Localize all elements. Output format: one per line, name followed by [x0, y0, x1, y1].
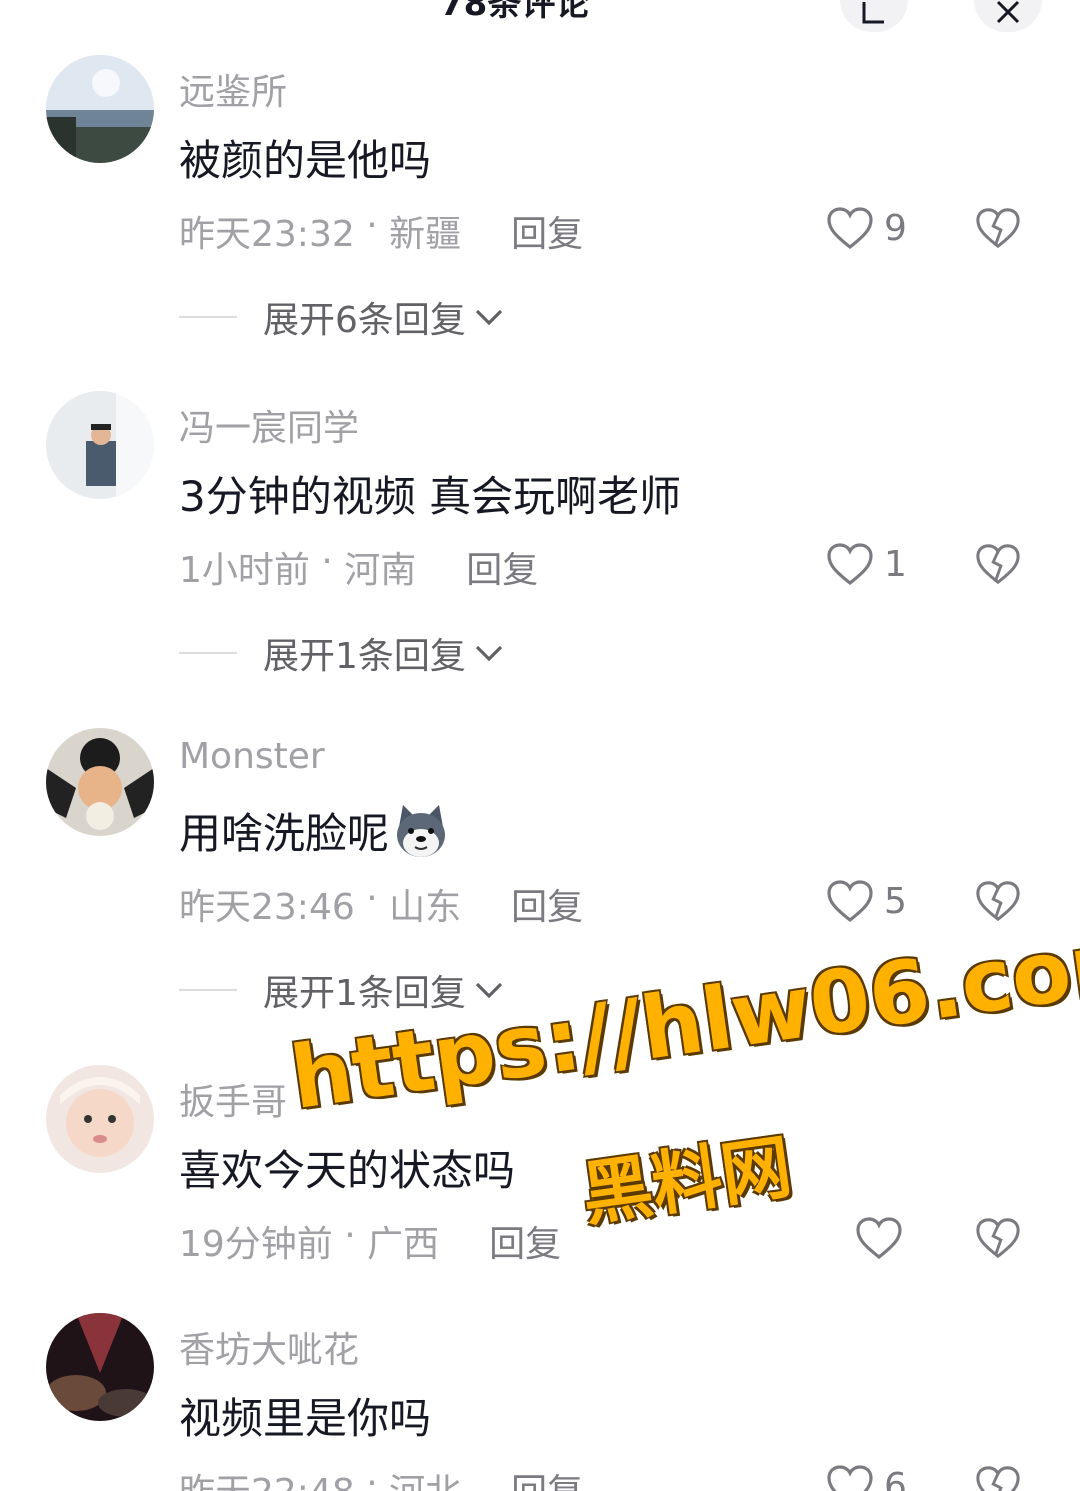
broken-heart-icon	[976, 544, 1020, 585]
comment-time: 1小时前	[179, 550, 310, 591]
dislike-button[interactable]	[975, 878, 1021, 924]
comment-time: 昨天23:32	[179, 214, 355, 255]
avatar[interactable]	[46, 728, 154, 836]
comment-count-title: 78条评论	[440, 0, 590, 24]
comment-item: 冯一宸同学 3分钟的视频 真会玩啊老师 1小时前 · 河南 回复 1 展开1条回…	[0, 391, 1080, 727]
comment-location: 山东	[389, 887, 462, 928]
expand-replies-label: 展开1条回复	[263, 636, 466, 677]
comment-item: Monster 用啥洗脸呢 昨天23:46 · 山东 回复 5 展开1条回复	[0, 728, 1080, 1064]
divider-line	[179, 316, 237, 318]
like-button[interactable]: 1	[826, 541, 907, 587]
reply-button[interactable]: 回复	[511, 1463, 583, 1491]
comment-meta: 昨天23:46 · 山东 回复	[179, 878, 583, 930]
avatar[interactable]	[46, 1065, 154, 1173]
expand-replies-button[interactable]: 展开1条回复	[179, 627, 504, 679]
dislike-button[interactable]	[975, 1463, 1021, 1491]
comment-text-content: 喜欢今天的状态吗	[179, 1146, 516, 1195]
expand-replies-label: 展开1条回复	[263, 973, 466, 1014]
like-count: 6	[884, 1465, 907, 1491]
expand-replies-button[interactable]: 展开1条回复	[179, 964, 504, 1016]
avatar[interactable]	[46, 55, 154, 163]
comments-header: 78条评论	[0, 0, 1080, 40]
comment-time: 昨天22:48	[179, 1463, 355, 1491]
username[interactable]: 扳手哥	[179, 1073, 287, 1125]
comment-text: 3分钟的视频 真会玩啊老师	[179, 463, 681, 524]
meta-separator: ·	[309, 541, 345, 582]
comment-text-content: 用啥洗脸呢	[179, 809, 390, 858]
comment-text-content: 被颜的是他吗	[179, 136, 432, 185]
username[interactable]: 香坊大呲花	[179, 1321, 359, 1373]
comment-text-content: 3分钟的视频 真会玩啊老师	[179, 472, 682, 521]
expand-button[interactable]	[840, 0, 908, 32]
comment-meta: 昨天23:32 · 新疆 回复	[179, 205, 583, 257]
meta-separator: ·	[354, 1463, 390, 1491]
username[interactable]: Monster	[179, 736, 325, 777]
comment-item: 香坊大呲花 视频里是你吗 昨天22:48 · 河北 回复 6	[0, 1313, 1080, 1491]
comment-location: 河北	[389, 1463, 461, 1491]
reply-button[interactable]: 回复	[511, 878, 583, 930]
heart-icon	[856, 1217, 902, 1260]
comment-time: 19分钟前	[179, 1224, 333, 1265]
heart-icon	[827, 207, 873, 250]
avatar[interactable]	[46, 1313, 154, 1421]
comment-text: 喜欢今天的状态吗	[179, 1137, 515, 1198]
expand-replies-button[interactable]: 展开6条回复	[179, 291, 504, 343]
comment-location: 河南	[344, 550, 417, 591]
broken-heart-icon	[976, 1466, 1020, 1491]
comment-location: 广西	[367, 1224, 440, 1265]
broken-heart-icon	[976, 1218, 1020, 1259]
chevron-down-icon	[475, 309, 503, 326]
meta-separator: ·	[332, 1215, 368, 1256]
husky-face-emoji	[391, 801, 451, 861]
comment-meta: 昨天22:48 · 河北 回复	[179, 1463, 583, 1491]
like-count: 5	[884, 880, 907, 922]
like-count: 1	[884, 543, 907, 585]
divider-line	[179, 989, 237, 991]
reply-button[interactable]: 回复	[489, 1215, 561, 1267]
username[interactable]: 远鉴所	[179, 63, 287, 115]
heart-icon	[827, 880, 873, 923]
like-button[interactable]: 6	[826, 1463, 907, 1491]
like-button[interactable]: 9	[826, 205, 907, 251]
comment-text-content: 视频里是你吗	[179, 1394, 432, 1443]
chevron-down-icon	[475, 645, 503, 662]
comment-meta: 1小时前 · 河南 回复	[179, 541, 538, 593]
close-button[interactable]	[974, 0, 1042, 32]
meta-separator: ·	[354, 878, 390, 919]
broken-heart-icon	[976, 881, 1020, 922]
broken-heart-icon	[976, 208, 1020, 249]
chevron-down-icon	[475, 982, 503, 999]
dislike-button[interactable]	[975, 541, 1021, 587]
comment-item: 远鉴所 被颜的是他吗 昨天23:32 · 新疆 回复 9 展开6条回复	[0, 55, 1080, 391]
username[interactable]: 冯一宸同学	[179, 399, 359, 451]
comment-text: 用啥洗脸呢	[179, 800, 451, 861]
avatar[interactable]	[46, 391, 154, 499]
comment-text: 视频里是你吗	[179, 1385, 431, 1446]
expand-icon	[862, 2, 884, 24]
divider-line	[179, 652, 237, 654]
heart-icon	[827, 1465, 873, 1491]
dislike-button[interactable]	[975, 1215, 1021, 1261]
close-icon	[996, 0, 1020, 24]
comment-location: 新疆	[389, 214, 462, 255]
expand-replies-label: 展开6条回复	[263, 300, 466, 341]
like-button[interactable]: 5	[826, 878, 907, 924]
comment-text: 被颜的是他吗	[179, 127, 431, 188]
meta-separator: ·	[354, 205, 390, 246]
dislike-button[interactable]	[975, 205, 1021, 251]
reply-button[interactable]: 回复	[511, 205, 583, 257]
reply-button[interactable]: 回复	[466, 541, 538, 593]
comment-time: 昨天23:46	[179, 887, 355, 928]
comment-meta: 19分钟前 · 广西 回复	[179, 1215, 561, 1267]
like-count: 9	[884, 207, 907, 249]
heart-icon	[827, 543, 873, 586]
like-button[interactable]	[855, 1215, 903, 1261]
